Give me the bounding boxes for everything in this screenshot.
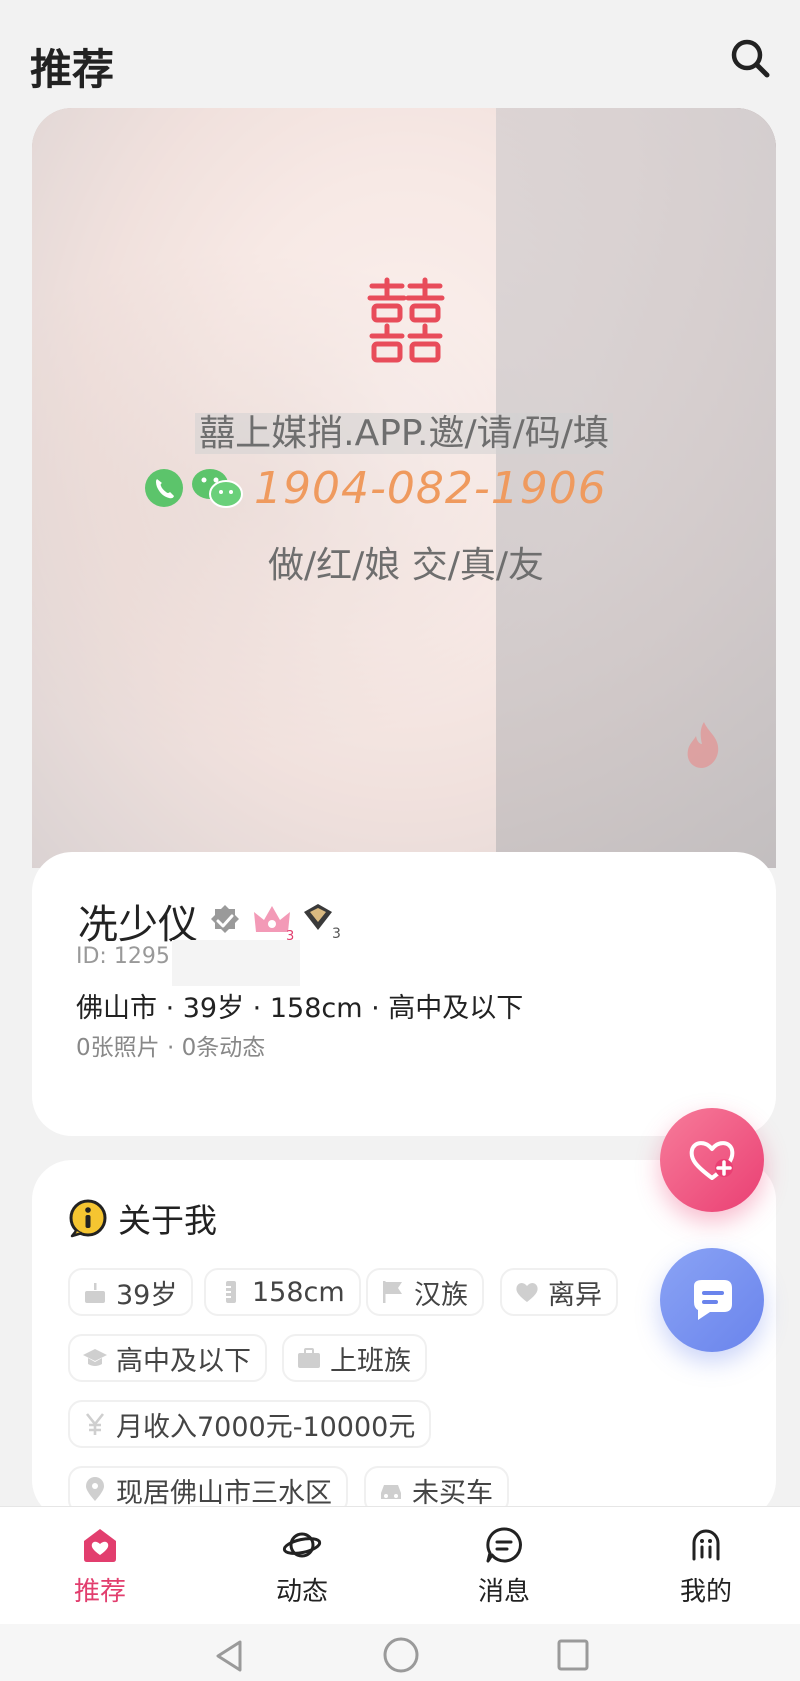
tab-label: 动态	[275, 1577, 328, 1607]
tag-label: 高中及以下	[116, 1345, 251, 1377]
profile-summary: 佛山市 · 39岁 · 158cm · 高中及以下	[76, 993, 524, 1024]
crown-badge-icon: 3	[254, 906, 294, 942]
tag-income: 月收入7000元-10000元	[68, 1400, 432, 1448]
heart-plus-icon	[689, 1141, 735, 1180]
page-title: 推荐	[30, 45, 115, 94]
vip-badge-icon: 3	[304, 904, 341, 942]
tag-label: 上班族	[330, 1345, 411, 1377]
tag-label: 现居佛山市三水区	[116, 1477, 332, 1509]
like-button[interactable]	[660, 1108, 764, 1212]
flame-icon[interactable]	[682, 720, 726, 770]
height-icon	[226, 1281, 236, 1303]
recent-apps-icon[interactable]	[556, 1638, 590, 1672]
car-icon	[381, 1485, 401, 1499]
flag-icon	[383, 1281, 402, 1303]
home-heart-icon	[84, 1529, 116, 1562]
location-icon	[86, 1477, 104, 1501]
tag-height: 158cm	[204, 1268, 361, 1316]
about-me-card: 关于我 39岁 158cm 汉族 离异 高中及以下 上班族 月收入7000元-1…	[32, 1160, 776, 1520]
verified-icon	[211, 905, 239, 933]
tab-label: 推荐	[73, 1577, 126, 1607]
profile-photo[interactable]: 囍上媒捎.APP.邀/请/码/填 1904-082-1906 做/红/娘 交/真…	[32, 108, 776, 868]
svg-text:3: 3	[332, 926, 341, 942]
tag-occupation: 上班族	[282, 1334, 427, 1382]
chat-button[interactable]	[660, 1248, 764, 1352]
profile-id: ID: 1295	[76, 944, 170, 969]
tab-recommend[interactable]: 推荐	[40, 1525, 160, 1615]
watermark-phone-number: 1904-082-1906	[254, 462, 607, 514]
watermark-text-line3: 做/红/娘 交/真/友	[268, 545, 544, 586]
search-icon[interactable]	[728, 36, 772, 80]
watermark-text-line1: 囍上媒捎.APP.邀/请/码/填	[32, 404, 776, 456]
info-icon	[69, 1199, 107, 1238]
tab-messages[interactable]: 消息	[444, 1525, 564, 1615]
chat-bubble-icon	[694, 1280, 732, 1320]
top-header: 推荐	[0, 0, 800, 94]
tag-label: 158cm	[252, 1276, 345, 1308]
tag-education: 高中及以下	[68, 1334, 267, 1382]
message-icon	[486, 1527, 522, 1563]
heart-icon	[516, 1283, 538, 1302]
tag-label: 汉族	[414, 1279, 468, 1311]
user-icon	[692, 1529, 720, 1561]
tag-ethnicity: 汉族	[366, 1268, 484, 1316]
watermark-contact: 1904-082-1906	[144, 458, 607, 518]
id-redaction-box	[172, 940, 300, 986]
tab-me[interactable]: 我的	[646, 1525, 766, 1615]
tag-marital-status: 离异	[500, 1268, 618, 1316]
tag-label: 39岁	[116, 1279, 178, 1311]
home-icon[interactable]	[382, 1636, 420, 1674]
cake-icon	[85, 1283, 105, 1303]
tag-label: 月收入7000元-10000元	[116, 1411, 416, 1443]
tag-label: 未买车	[412, 1477, 493, 1509]
bottom-tab-bar: 推荐 动态 消息 我的	[0, 1506, 800, 1625]
tag-age: 39岁	[68, 1268, 194, 1316]
about-title: 关于我	[118, 1201, 217, 1240]
wechat-icon	[192, 469, 243, 508]
planet-icon	[282, 1532, 322, 1558]
graduation-cap-icon	[83, 1349, 107, 1366]
tab-moments[interactable]: 动态	[242, 1525, 362, 1615]
back-icon[interactable]	[212, 1638, 248, 1674]
profile-info-card: 冼少仪 3 3 ID: 1295 佛山市 · 39岁 · 158cm · 高中及…	[32, 852, 776, 1136]
system-nav-bar	[0, 1624, 800, 1681]
profile-counts: 0张照片 · 0条动态	[76, 1035, 266, 1061]
briefcase-icon	[298, 1348, 320, 1368]
phone-icon	[145, 469, 183, 507]
double-happiness-logo	[367, 277, 445, 363]
yen-icon	[85, 1413, 105, 1435]
tab-label: 我的	[679, 1577, 732, 1607]
tab-label: 消息	[477, 1577, 530, 1607]
tag-label: 离异	[548, 1279, 602, 1311]
